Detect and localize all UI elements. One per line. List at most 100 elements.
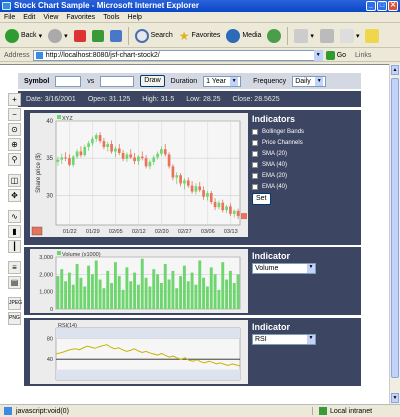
media-button[interactable]: Media (224, 26, 263, 46)
indicators-panel: Indicators Bollinger Bands Price Channel… (252, 114, 358, 205)
sma20-checkbox[interactable]: SMA (20) (252, 151, 358, 157)
settings-icon[interactable]: ≡ (8, 261, 21, 274)
line-chart-icon[interactable]: ∿ (8, 210, 21, 223)
menu-view[interactable]: View (43, 12, 58, 22)
maximize-button[interactable]: □ (377, 1, 387, 11)
zoom-reset-icon[interactable]: ⊙ (8, 123, 21, 136)
menu-edit[interactable]: Edit (23, 12, 35, 22)
close-button[interactable]: ✕ (388, 1, 398, 11)
y-tick-label: 3,000 (39, 255, 53, 261)
scroll-thumb[interactable] (391, 78, 399, 378)
volume-chart: 3,000 2,000 1,000 0 Volume (x1000) (30, 249, 248, 313)
layout-icon[interactable]: ▤ (8, 276, 21, 289)
pan-icon[interactable]: ✥ (8, 189, 21, 202)
y-axis-label: Share price ($) (36, 153, 42, 193)
bollinger-checkbox[interactable]: Bollinger Bands (252, 129, 358, 135)
volume-bar (75, 263, 79, 309)
duration-select[interactable]: 1 Year ▼ (203, 75, 242, 87)
candle-body (194, 186, 198, 192)
stop-button[interactable] (72, 26, 88, 46)
chart-title: XYZ (62, 116, 73, 122)
links-button[interactable]: Links (355, 52, 371, 59)
quote-row: Date: 3/16/2001 Open: 31.125 High: 31.5 … (18, 91, 361, 107)
back-button[interactable]: Back ▾ (3, 26, 44, 46)
scroll-up-arrow[interactable]: ▲ (391, 65, 399, 75)
candle-chart-icon[interactable]: ┃ (8, 240, 21, 253)
edit-button[interactable]: ▾ (338, 26, 362, 46)
candle-body (137, 156, 140, 162)
price-chart[interactable]: 40 35 30 01/22 01/29 02/05 02/12 02/20 02/27 03/0… (30, 113, 248, 237)
candle-body (83, 147, 87, 156)
volume-bar (71, 284, 75, 309)
frequency-select[interactable]: Daily ▼ (292, 75, 327, 87)
candle-body (75, 151, 79, 157)
price-channels-checkbox[interactable]: Price Channels (252, 140, 358, 146)
go-button[interactable]: Go (325, 50, 346, 60)
favorites-button[interactable]: ★ Favorites (177, 26, 223, 46)
candle-body (179, 175, 182, 184)
set-indicators-button[interactable]: Set (252, 193, 271, 205)
minimize-button[interactable]: _ (366, 1, 376, 11)
rsi-indicator-select[interactable]: RSI ▼ (252, 334, 316, 345)
vertical-scrollbar[interactable]: ▲ ▼ (389, 64, 400, 404)
x-tick-label: 01/22 (63, 229, 77, 235)
scroll-down-arrow[interactable]: ▼ (391, 393, 399, 403)
controls-row: Symbol vs Draw Duration 1 Year ▼ Frequenc… (18, 73, 361, 89)
zoom-fit-icon[interactable]: ⊕ (8, 138, 21, 151)
x-tick-label: 03/13 (224, 229, 238, 235)
menu-file[interactable]: File (4, 12, 15, 22)
ema20-checkbox[interactable]: EMA (20) (252, 173, 358, 179)
messenger-button[interactable] (363, 26, 381, 46)
volume-bar (113, 262, 117, 309)
browser-toolbar: Back ▾ ▾ Search ★ Favorites Media ▾ ▾ (0, 24, 400, 48)
candle-body (125, 154, 129, 159)
mail-button[interactable]: ▾ (292, 26, 316, 46)
magnify-icon[interactable]: ⚲ (8, 153, 21, 166)
volume-indicator-select[interactable]: Volume ▼ (252, 263, 316, 274)
jpeg-export-icon[interactable]: JPEG (8, 297, 22, 310)
candle-body (56, 159, 60, 162)
quote-high: 31.5 (160, 95, 175, 103)
y-tick-label: 1,000 (39, 290, 53, 296)
candle-body (140, 156, 144, 159)
candle-body (190, 185, 194, 192)
zoom-box-icon[interactable]: ◫ (8, 174, 21, 187)
candle-body (94, 135, 98, 139)
address-input[interactable]: http://localhost:8080/jsf-chart-stock2/ (32, 49, 323, 61)
sma40-checkbox[interactable]: SMA (40) (252, 162, 358, 168)
candle-body (98, 135, 102, 142)
refresh-button[interactable] (90, 26, 106, 46)
ema40-checkbox[interactable]: EMA (40) (252, 184, 358, 190)
plot-area (55, 120, 241, 226)
home-button[interactable] (108, 26, 124, 46)
volume-bar (83, 286, 87, 309)
chart-toolbox: + − ⊙ ⊕ ⚲ ◫ ✥ ∿ ▮ ┃ ≡ ▤ JPEG PNG (8, 93, 22, 363)
png-export-icon[interactable]: PNG (8, 312, 21, 325)
search-button[interactable]: Search (133, 26, 175, 46)
compare-symbol-input[interactable] (100, 75, 135, 87)
candle-body (175, 175, 179, 178)
volume-bar (156, 274, 160, 309)
candle-body (229, 206, 232, 214)
draw-button[interactable]: Draw (140, 75, 165, 87)
zoom-out-icon[interactable]: − (8, 108, 21, 121)
zoom-in-icon[interactable]: + (8, 93, 21, 106)
address-dropdown[interactable]: ▼ (313, 49, 323, 61)
bar-chart-icon[interactable]: ▮ (8, 225, 21, 238)
volume-bar (60, 269, 64, 309)
status-bar: javascript:void(0) Local intranet (0, 404, 400, 417)
volume-bar (217, 289, 221, 309)
messenger-icon (365, 28, 380, 43)
candle-body (198, 186, 202, 191)
candle-body (236, 210, 240, 217)
volume-bar (228, 270, 232, 309)
status-text: javascript:void(0) (16, 407, 69, 415)
forward-button[interactable]: ▾ (46, 26, 70, 46)
menu-help[interactable]: Help (128, 12, 142, 22)
menu-tools[interactable]: Tools (103, 12, 119, 22)
symbol-input[interactable] (55, 75, 82, 87)
menu-favorites[interactable]: Favorites (66, 12, 95, 22)
history-button[interactable] (265, 26, 283, 46)
volume-bar (98, 279, 102, 309)
print-button[interactable] (318, 26, 336, 46)
